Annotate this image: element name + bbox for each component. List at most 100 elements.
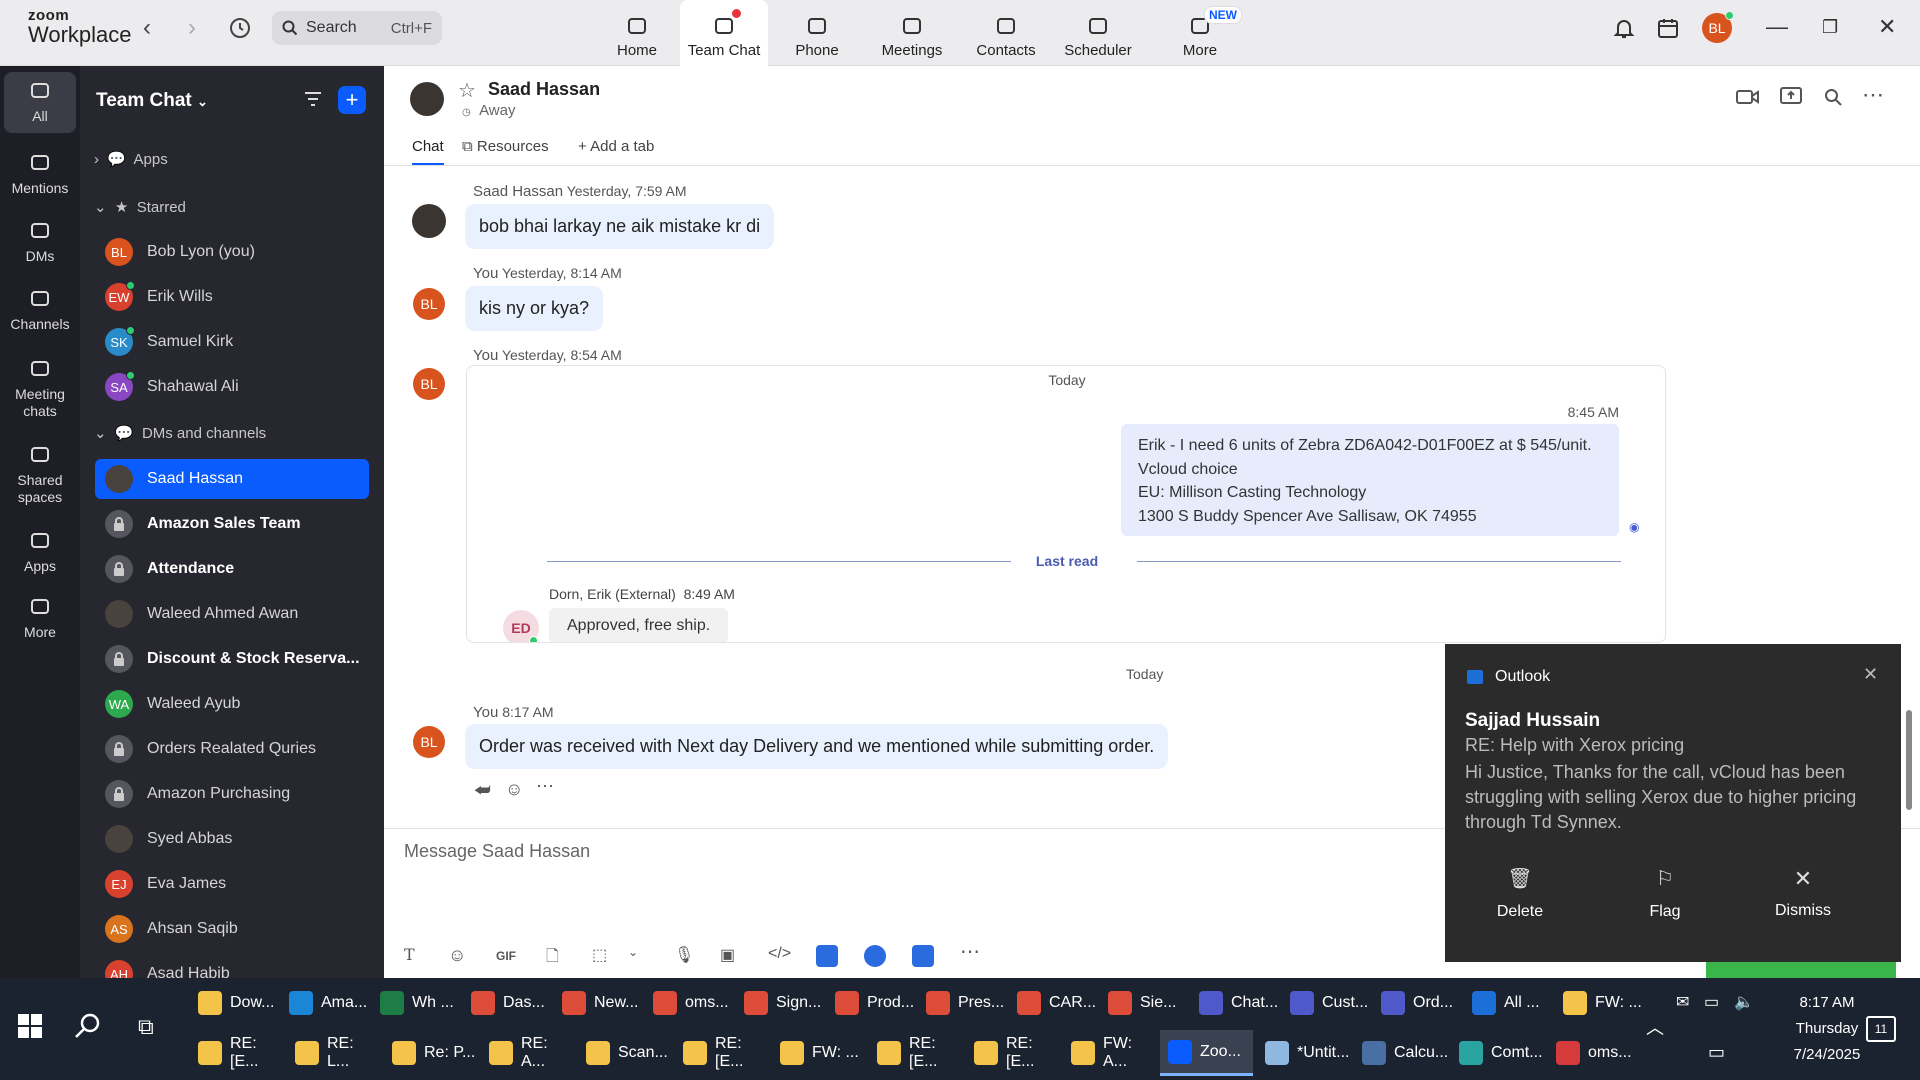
taskbar-search-icon[interactable] xyxy=(74,1012,102,1045)
scrollbar-track[interactable] xyxy=(1906,170,1912,810)
taskbar-app[interactable]: Prod... xyxy=(827,980,914,1026)
reply-icon[interactable]: ⮨ xyxy=(474,780,491,801)
calendar-icon[interactable] xyxy=(1656,16,1680,45)
apps-section[interactable]: › 💬 Apps xyxy=(94,150,168,168)
forward-arrow-icon[interactable]: › xyxy=(188,14,196,42)
sidebar-item[interactable]: Saad Hassan xyxy=(95,459,369,499)
message-bubble[interactable]: kis ny or kya? xyxy=(465,286,604,331)
taskbar-app[interactable]: Re: P... xyxy=(384,1030,477,1076)
minimize-icon[interactable]: — xyxy=(1766,14,1788,40)
sidebar-item[interactable]: Waleed Ahmed Awan xyxy=(95,594,369,634)
restore-icon[interactable]: ❐ xyxy=(1822,17,1838,38)
notifications-center[interactable]: 11 xyxy=(1866,1016,1896,1042)
sidebar-item[interactable]: Syed Abbas xyxy=(95,819,369,859)
emoji-icon[interactable]: ☺ xyxy=(448,945,466,966)
rail-item-channels[interactable]: Channels xyxy=(4,280,76,341)
taskbar-app[interactable]: Wh ... xyxy=(372,980,459,1026)
tray-chevron-icon[interactable]: ︿ xyxy=(1646,1014,1664,1040)
sidebar-item[interactable]: Orders Realated Quries xyxy=(95,729,369,769)
sidebar-title[interactable]: Team Chat ⌄ xyxy=(96,90,208,112)
sidebar-item[interactable]: EJ Eva James xyxy=(95,864,369,904)
history-icon[interactable] xyxy=(228,16,252,45)
taskbar-app[interactable]: Zoo... xyxy=(1160,1030,1253,1076)
contact-avatar[interactable] xyxy=(410,82,444,116)
share-screen-icon[interactable] xyxy=(1780,86,1802,111)
app-icon[interactable] xyxy=(864,945,886,967)
message-more-icon[interactable]: ⋯ xyxy=(536,776,554,797)
sidebar-item[interactable]: WA Waleed Ayub xyxy=(95,684,369,724)
taskbar-app[interactable]: Ord... xyxy=(1373,980,1460,1026)
taskbar-app[interactable]: RE: L... xyxy=(287,1030,380,1076)
video-call-icon[interactable] xyxy=(1736,88,1760,111)
task-view-icon[interactable]: ⧉ xyxy=(138,1014,154,1040)
scrollbar-thumb[interactable] xyxy=(1906,710,1912,810)
sidebar-item[interactable]: SK Samuel Kirk xyxy=(95,322,369,362)
taskbar-app[interactable]: FW: ... xyxy=(1555,980,1642,1026)
search-chat-icon[interactable] xyxy=(1824,88,1842,111)
taskbar-app[interactable]: RE: [E... xyxy=(966,1030,1059,1076)
windows-start-icon[interactable] xyxy=(18,1014,42,1043)
rail-item-dms[interactable]: DMs xyxy=(4,212,76,273)
new-chat-button[interactable]: + xyxy=(338,86,366,114)
message-bubble[interactable]: bob bhai larkay ne aik mistake kr di xyxy=(465,204,775,249)
tab-resources[interactable]: ⧉ Resources xyxy=(462,138,549,155)
network-icon[interactable]: ▭ xyxy=(1708,1042,1725,1063)
dms-section[interactable]: ⌄ 💬 DMs and channels xyxy=(94,424,266,442)
starred-section[interactable]: ⌄ ★ Starred xyxy=(94,198,186,216)
taskbar-app[interactable]: *Untit... xyxy=(1257,1030,1350,1076)
nav-tab-team-chat[interactable]: Team Chat xyxy=(680,0,768,66)
taskbar-app[interactable]: RE: A... xyxy=(481,1030,574,1076)
back-arrow-icon[interactable]: ‹ xyxy=(143,14,151,42)
taskbar-app[interactable]: Das... xyxy=(463,980,550,1026)
taskbar-app[interactable]: All ... xyxy=(1464,980,1551,1026)
message-input[interactable]: Message Saad Hassan xyxy=(404,841,590,862)
taskbar-app[interactable]: Ama... xyxy=(281,980,368,1026)
taskbar-app[interactable]: Sie... xyxy=(1100,980,1187,1026)
sidebar-item[interactable]: Amazon Sales Team xyxy=(95,504,369,544)
nav-tab-phone[interactable]: Phone xyxy=(773,0,861,66)
nav-tab-contacts[interactable]: Contacts xyxy=(962,0,1050,66)
screenshot-icon[interactable]: ⬚ xyxy=(592,945,607,965)
search-box[interactable]: Search Ctrl+F xyxy=(272,11,442,45)
taskbar-app[interactable]: RE: [E... xyxy=(675,1030,768,1076)
taskbar-app[interactable]: Cust... xyxy=(1282,980,1369,1026)
tray-mail-icon[interactable]: ✉ xyxy=(1676,992,1689,1012)
taskbar-app[interactable]: RE: [E... xyxy=(190,1030,283,1076)
taskbar-app[interactable]: oms... xyxy=(1548,1030,1641,1076)
taskbar-app[interactable]: Calcu... xyxy=(1354,1030,1448,1076)
message-bubble[interactable]: Order was received with Next day Deliver… xyxy=(465,724,1169,769)
rail-item-meeting-chats[interactable]: Meeting chats xyxy=(4,350,76,428)
sidebar-item[interactable]: Attendance xyxy=(95,549,369,589)
flag-button[interactable]: ⚐ Flag xyxy=(1635,866,1695,921)
more-tools-icon[interactable]: ⋯ xyxy=(960,939,980,964)
taskbar-app[interactable]: RE: [E... xyxy=(869,1030,962,1076)
rail-item-shared-spaces[interactable]: Shared spaces xyxy=(4,436,76,514)
taskbar-app[interactable]: CAR... xyxy=(1009,980,1096,1026)
more-options-icon[interactable]: ⋯ xyxy=(1862,82,1884,108)
nav-tab-scheduler[interactable]: Scheduler xyxy=(1054,0,1142,66)
microphone-icon[interactable]: 🎙 xyxy=(674,945,694,965)
outlook-notification[interactable]: Outlook ✕ Sajjad Hussain RE: Help with X… xyxy=(1445,644,1901,962)
volume-icon[interactable]: 🔈 xyxy=(1734,992,1754,1012)
taskbar-app[interactable]: FW: A... xyxy=(1063,1030,1156,1076)
chat-contact-name[interactable]: Saad Hassan xyxy=(488,79,600,100)
gif-icon[interactable]: GIF xyxy=(496,949,516,963)
taskbar-app[interactable]: Scan... xyxy=(578,1030,671,1076)
user-avatar[interactable]: BL xyxy=(1702,11,1734,43)
app-icon[interactable] xyxy=(816,945,838,967)
taskbar-app[interactable]: Sign... xyxy=(736,980,823,1026)
code-icon[interactable]: </> xyxy=(768,945,791,963)
sidebar-item[interactable]: EW Erik Wills xyxy=(95,277,369,317)
nav-tab-home[interactable]: Home xyxy=(593,0,681,66)
close-window-icon[interactable]: ✕ xyxy=(1878,14,1896,40)
format-text-icon[interactable]: T xyxy=(404,945,415,964)
delete-button[interactable]: 🗑 Delete xyxy=(1495,866,1545,921)
video-message-icon[interactable]: ▣ xyxy=(720,945,735,965)
rail-item-more[interactable]: More xyxy=(4,588,76,649)
taskbar-app[interactable]: Comt... xyxy=(1451,1030,1544,1076)
taskbar-app[interactable]: New... xyxy=(554,980,641,1026)
dismiss-button[interactable]: ✕ Dismiss xyxy=(1763,866,1843,920)
bell-icon[interactable] xyxy=(1612,16,1636,45)
app-icon[interactable] xyxy=(912,945,934,967)
close-notification-icon[interactable]: ✕ xyxy=(1863,664,1878,685)
